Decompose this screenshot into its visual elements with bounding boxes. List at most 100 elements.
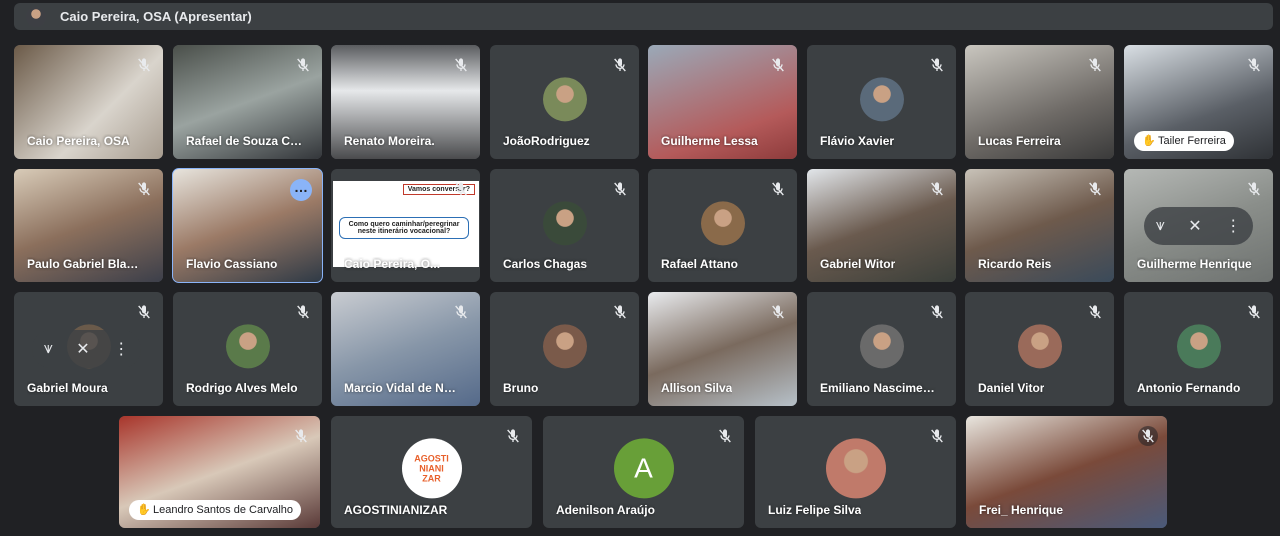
participant-name-text: Leandro Santos de Carvalho xyxy=(153,504,294,516)
participant-name: ✋ Tailer Ferreira xyxy=(1134,131,1234,151)
mic-off-icon xyxy=(768,302,788,322)
participant-name: Carlos Chagas xyxy=(503,257,588,271)
participant-avatar xyxy=(542,77,587,122)
mic-off-icon xyxy=(768,179,788,199)
participant-tile[interactable]: ✋ Leandro Santos de Carvalho xyxy=(119,416,320,528)
participant-tile[interactable]: A Adenilson Araújo xyxy=(543,416,744,528)
participant-name: Rafael de Souza Ca... xyxy=(186,134,303,148)
participant-name: Gabriel Moura xyxy=(27,381,108,395)
presenter-title: Caio Pereira, OSA (Apresentar) xyxy=(60,9,252,24)
participant-name: Allison Silva xyxy=(661,381,733,395)
participant-name: Bruno xyxy=(503,381,539,395)
mic-off-icon xyxy=(291,426,311,446)
participant-tile[interactable]: AGOSTI NIANI ZAR AGOSTINIANIZAR xyxy=(331,416,532,528)
mic-off-icon xyxy=(1244,55,1264,75)
mute-icon[interactable]: ✕ xyxy=(1188,216,1201,236)
mic-off-icon xyxy=(1244,179,1264,199)
more-options-icon[interactable]: … xyxy=(290,179,312,201)
participant-tile[interactable]: Allison Silva xyxy=(648,292,797,406)
participant-tile[interactable]: Renato Moreira. xyxy=(331,45,480,159)
participant-tile[interactable]: Guilherme Lessa xyxy=(648,45,797,159)
participant-name: Renato Moreira. xyxy=(344,134,435,148)
participant-tile[interactable]: Daniel Vitor xyxy=(965,292,1114,406)
participant-avatar xyxy=(825,438,886,499)
raised-hand-icon: ✋ xyxy=(1142,135,1156,147)
more-vert-icon[interactable]: ⋮ xyxy=(113,339,129,359)
participant-tile[interactable]: Caio Pereira, OSA xyxy=(14,45,163,159)
mic-off-icon xyxy=(715,426,735,446)
participant-name: Luiz Felipe Silva xyxy=(768,503,862,517)
participant-tile[interactable]: Carlos Chagas xyxy=(490,169,639,282)
tile-hover-controls[interactable]: ⩛ ✕ ⋮ xyxy=(32,330,141,368)
participant-tile[interactable]: Rafael de Souza Ca... xyxy=(173,45,322,159)
participant-avatar xyxy=(1176,324,1221,369)
participant-name: Flavio Cassiano xyxy=(186,257,278,271)
presenter-bar[interactable]: Caio Pereira, OSA (Apresentar) xyxy=(14,3,1273,30)
participant-name: Frei_ Henrique xyxy=(979,503,1064,517)
pin-icon[interactable]: ⩛ xyxy=(44,340,53,358)
participant-tile[interactable]: Vamos conversar? Como quero caminhar/pere… xyxy=(331,169,480,282)
slide-question-2: Como quero caminhar/peregrinar neste iti… xyxy=(339,217,469,239)
participant-name: Ricardo Reis xyxy=(978,257,1052,271)
participant-name: Caio Pereira, O... xyxy=(344,257,441,271)
participant-avatar xyxy=(1017,324,1062,369)
participant-name: Gabriel Witor xyxy=(820,257,896,271)
mic-off-icon xyxy=(927,179,947,199)
participant-name: Daniel Vitor xyxy=(978,381,1045,395)
participant-name: Paulo Gabriel Blanco xyxy=(27,257,144,271)
participant-tile[interactable]: Emiliano Nascimento xyxy=(807,292,956,406)
participant-name: Guilherme Lessa xyxy=(661,134,758,148)
participant-avatar xyxy=(542,200,587,245)
presenter-avatar xyxy=(26,6,46,27)
mic-off-icon xyxy=(610,302,630,322)
participant-name: Flávio Xavier xyxy=(820,134,895,148)
mic-off-icon xyxy=(610,179,630,199)
mic-off-icon xyxy=(134,179,154,199)
logo-text: NIANI xyxy=(419,463,444,474)
tile-hover-controls[interactable]: ⩛ ✕ ⋮ xyxy=(1144,207,1253,245)
mic-off-icon xyxy=(1085,179,1105,199)
participant-avatar xyxy=(859,324,904,369)
participant-name: Antonio Fernando xyxy=(1137,381,1241,395)
mic-off-icon xyxy=(293,302,313,322)
pin-icon[interactable]: ⩛ xyxy=(1156,217,1165,235)
participant-avatar xyxy=(700,200,745,245)
participant-tile[interactable]: Frei_ Henrique xyxy=(966,416,1167,528)
mic-off-icon xyxy=(134,302,154,322)
more-vert-icon[interactable]: ⋮ xyxy=(1225,216,1241,236)
participant-tile[interactable]: Gabriel Witor xyxy=(807,169,956,282)
participant-tile[interactable]: … Flavio Cassiano xyxy=(172,168,323,283)
participant-tile[interactable]: ✋ Tailer Ferreira xyxy=(1124,45,1273,159)
participant-tile[interactable]: Luiz Felipe Silva xyxy=(755,416,956,528)
participant-tile[interactable]: Ricardo Reis xyxy=(965,169,1114,282)
participant-name: Guilherme Henrique xyxy=(1137,257,1252,271)
participant-tile[interactable]: ⩛ ✕ ⋮ Gabriel Moura xyxy=(14,292,163,406)
mic-off-icon xyxy=(610,55,630,75)
participant-avatar xyxy=(859,77,904,122)
logo-text: AGOSTI xyxy=(414,453,449,464)
mic-off-icon xyxy=(1244,302,1264,322)
mic-off-icon xyxy=(451,302,471,322)
mic-off-icon xyxy=(927,55,947,75)
participant-tile[interactable]: Marcio Vidal de Neg... xyxy=(331,292,480,406)
participant-name: Adenilson Araújo xyxy=(556,503,655,517)
participant-tile[interactable]: Bruno xyxy=(490,292,639,406)
participant-tile[interactable]: Paulo Gabriel Blanco xyxy=(14,169,163,282)
participant-tile[interactable]: ⩛ ✕ ⋮ Guilherme Henrique xyxy=(1124,169,1273,282)
participant-tile[interactable]: Antonio Fernando xyxy=(1124,292,1273,406)
participant-tile[interactable]: Rafael Attano xyxy=(648,169,797,282)
mute-icon[interactable]: ✕ xyxy=(76,339,89,359)
participant-name: Caio Pereira, OSA xyxy=(27,134,130,148)
mic-off-icon xyxy=(451,55,471,75)
participant-tile[interactable]: Flávio Xavier xyxy=(807,45,956,159)
participant-avatar xyxy=(542,324,587,369)
participant-avatar xyxy=(225,324,270,369)
agostinianizar-logo: AGOSTI NIANI ZAR xyxy=(401,438,462,499)
participant-tile[interactable]: Rodrigo Alves Melo xyxy=(173,292,322,406)
participant-tile[interactable]: JoãoRodriguez xyxy=(490,45,639,159)
participant-name: Rafael Attano xyxy=(661,257,738,271)
participant-name-text: Tailer Ferreira xyxy=(1158,135,1226,147)
participant-tile[interactable]: Lucas Ferreira xyxy=(965,45,1114,159)
mic-off-icon xyxy=(451,179,471,199)
participant-name: ✋ Leandro Santos de Carvalho xyxy=(129,500,302,520)
